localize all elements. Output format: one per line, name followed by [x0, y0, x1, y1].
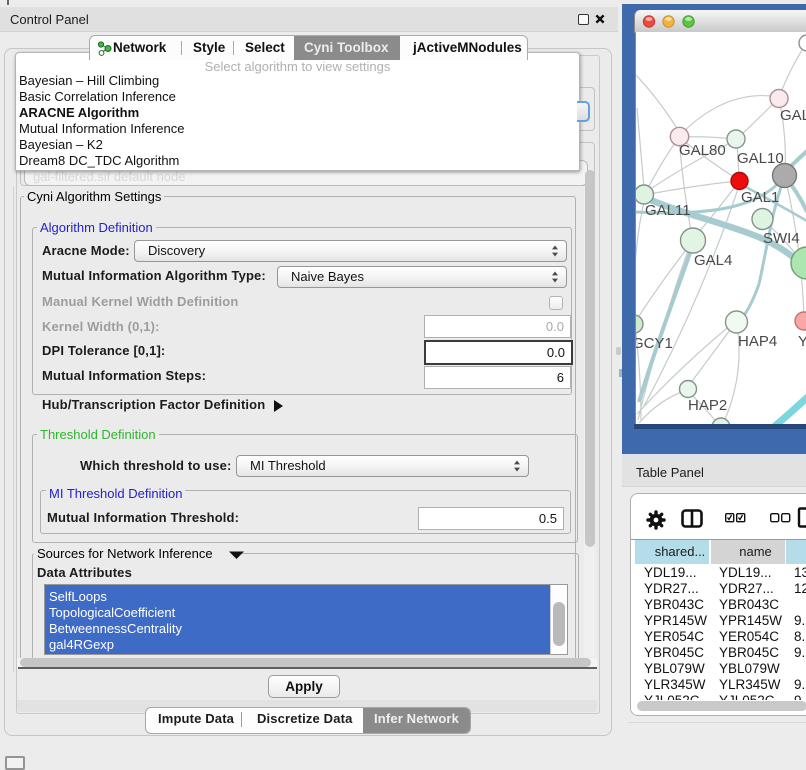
svg-text:GAL11: GAL11: [645, 202, 691, 219]
svg-text:GAL: GAL: [780, 107, 806, 124]
svg-text:HAP4: HAP4: [738, 333, 777, 350]
svg-text:SWI4: SWI4: [763, 230, 800, 247]
svg-text:GAL10: GAL10: [737, 150, 784, 167]
svg-text:GAL80: GAL80: [679, 142, 726, 159]
svg-text:GAL4: GAL4: [694, 252, 732, 269]
svg-text:Y: Y: [798, 333, 806, 350]
svg-text:GCY1: GCY1: [635, 335, 673, 352]
svg-text:HAP2: HAP2: [688, 397, 727, 414]
svg-text:GAL1: GAL1: [741, 189, 779, 206]
